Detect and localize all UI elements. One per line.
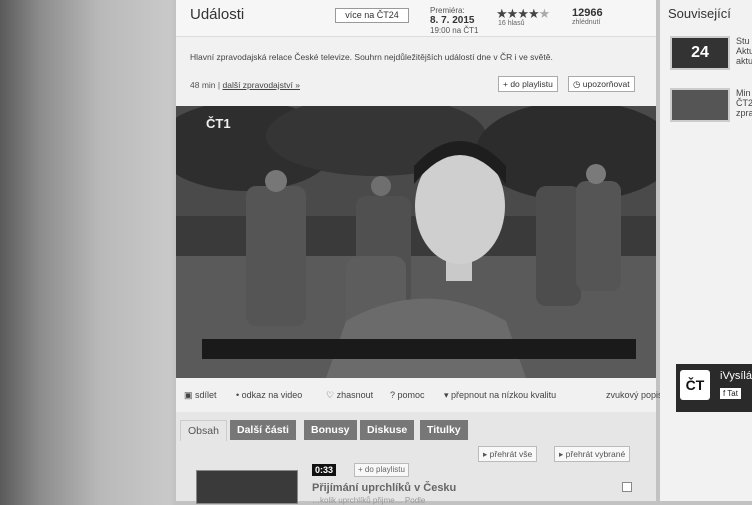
help-button[interactable]: ? pomoc [390,390,425,400]
rating-votes: 16 hlasů [498,20,525,27]
main-content: Události více na ČT24 Premiéra: 8. 7. 20… [176,0,663,505]
tab-bonusy[interactable]: Bonusy [304,420,357,440]
video-select-checkbox[interactable] [622,482,632,492]
question-icon: ? [390,390,396,400]
star-icon[interactable]: ★ [507,6,519,21]
channel-logo: ČT1 [206,116,231,131]
related-item-2[interactable]: Min ČT2 zpra [736,88,752,118]
share-label: sdílet [195,390,217,400]
tab-obsah[interactable]: Obsah [180,420,227,441]
view-count: 12966 [572,7,603,19]
tab-diskuse[interactable]: Diskuse [360,420,415,440]
ct-logo-icon: ČT [680,370,710,400]
video-duration: 0:33 [312,464,337,476]
video-link-button[interactable]: • odkaz na video [236,390,302,400]
view-count-label: zhlédnutí [572,19,601,26]
video-add-to-playlist-button[interactable]: + do playlistu [354,463,409,477]
dim-lights-button[interactable]: ♡ zhasnout [326,390,373,401]
tab-dalsi-casti[interactable]: Další části [230,420,296,440]
premiere-date: 8. 7. 2015 [430,15,475,26]
episode-header: Události více na ČT24 Premiéra: 8. 7. 20… [176,0,656,37]
more-news-link[interactable]: další zpravodajství » [222,80,299,90]
video-title[interactable]: Přijímání uprchlíků v Česku [312,482,456,494]
related-item-2-line2: ČT2 [736,98,752,108]
related-item-1-line1: Stu [736,36,750,46]
subscribe-button[interactable]: ◷ upozorňovat [568,76,635,92]
low-quality-label: přepnout na nízkou kvalitu [451,390,557,400]
related-item-1-line2: Aktu [736,46,752,56]
related-item-1[interactable]: Stu Aktu aktu [736,36,752,66]
facebook-icon: ▣ [184,390,193,400]
related-item-2-line3: zpra [736,108,752,118]
facebook-like-button[interactable]: f Tat [720,388,741,399]
more-on-ct24-button[interactable]: více na ČT24 [335,8,409,23]
add-to-playlist-button[interactable]: + do playlistu [498,76,558,92]
related-item-2-line1: Min [736,88,751,98]
video-player[interactable]: ČT1 [176,106,656,378]
ivysilani-label: iVysílá [720,370,752,382]
related-thumb-1[interactable]: 24 [670,36,730,70]
video-link-label: odkaz na video [241,390,303,400]
clock-icon: ◷ [573,79,581,89]
audio-description-button[interactable]: zvukový popis [606,390,663,400]
dim-lights-label: zhasnout [336,390,374,400]
related-sidebar: Související 24 Stu Aktu aktu Min ČT2 zpr… [660,0,752,501]
play-all-label: přehrát vše [489,449,533,459]
star-icon[interactable]: ★ [528,6,540,21]
tab-titulky[interactable]: Titulky [420,420,468,440]
related-item-1-line3: aktu [736,56,752,66]
premiere-info: Premiéra: 8. 7. 2015 19:00 na ČT1 [430,6,478,36]
related-title: Související [668,6,731,21]
episode-duration: 48 min [190,80,216,90]
player-toolbar: ▣ sdílet • odkaz na video ♡ zhasnout ? p… [176,384,663,406]
star-icon[interactable]: ★ [517,6,529,21]
bulb-icon: ♡ [326,390,335,400]
play-icon: ▸ [483,449,488,459]
star-icon[interactable]: ★ [496,6,508,21]
content-tabs: Obsah Další části Bonusy Diskuse Titulky… [176,412,656,505]
link-icon: • [236,390,240,400]
play-selected-label: přehrát vybrané [565,449,626,459]
play-selected-button[interactable]: ▸ přehrát vybrané [554,446,631,462]
video-thumbnail[interactable] [196,470,298,504]
episode-description: Hlavní zpravodajská relace České televiz… [190,52,553,62]
play-icon: ▸ [559,449,564,459]
ivysilani-banner[interactable]: ČT iVysílá f Tat [676,364,752,412]
subscribe-label: upozorňovat [582,79,630,89]
star-empty-icon[interactable]: ★ [539,6,551,21]
page-title: Události [190,6,245,23]
share-button[interactable]: ▣ sdílet [184,390,217,401]
play-all-button[interactable]: ▸ přehrát vše [478,446,538,462]
video-frame [176,106,656,378]
help-label: pomoc [397,390,425,400]
premiere-time: 19:00 na ČT1 [430,26,479,35]
meta-separator: | [217,80,221,90]
related-thumb-2[interactable] [670,88,730,122]
arrow-down-icon: ▾ [444,390,449,400]
low-quality-button[interactable]: ▾ přepnout na nízkou kvalitu [444,390,556,401]
episode-meta: 48 min | další zpravodajství » [190,80,300,90]
